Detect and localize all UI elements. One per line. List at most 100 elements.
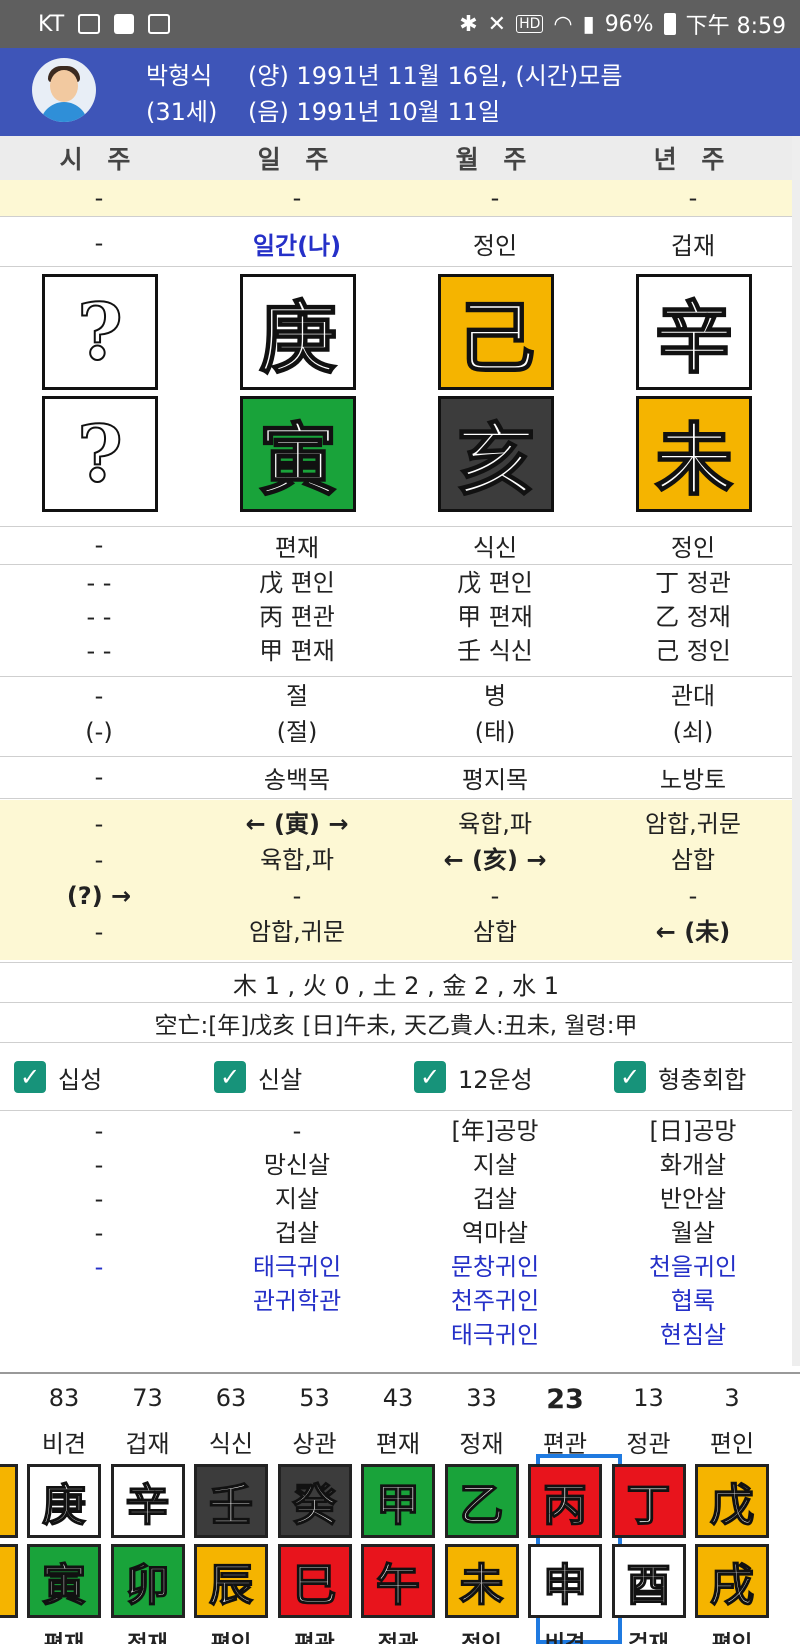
shinsal-col: [年]공망 지살 겁살 역마살 문창귀인 천주귀인 태극귀인	[396, 1114, 594, 1364]
interaction: 육합,파	[260, 846, 334, 874]
daeun-strip[interactable]: 83 비견 庚寅 편재 73 겁재 辛卯 정재 63 식신 壬辰 편인 53 상관 癸巳 편관 43 편재 甲午 정관…	[0, 1372, 800, 1644]
interaction: 삼합	[670, 846, 716, 874]
daeun-tengod: 편재	[375, 1430, 421, 1458]
hour-pillar-header: 시 주	[59, 145, 139, 174]
shinsal-table: - - - - - - 망신살 지살 겁살 태극귀인 관귀학관 [年]공망 지살…	[0, 1114, 792, 1364]
stage: -	[94, 682, 104, 710]
daeun-stem-box[interactable]: 丁	[611, 1464, 686, 1538]
hidden-stem: - -	[86, 637, 112, 665]
daeun-branch-box[interactable]: 酉	[611, 1544, 686, 1618]
daeun-stem-char: 甲	[375, 1479, 421, 1532]
heavenly-stem-box[interactable]: ?	[42, 274, 158, 390]
checkbox-label: 12운성	[458, 1065, 533, 1094]
profile-header[interactable]: 박형식 (31세) (양) 1991년 11월 16일, (시간)모름 (음) …	[0, 48, 800, 136]
daeun-stem-box[interactable]: 乙	[444, 1464, 519, 1538]
daeun-branch-box[interactable]: 卯	[110, 1544, 185, 1618]
checkbox-checked-icon[interactable]: ✓	[214, 1061, 246, 1093]
hd-icon: HD	[516, 15, 544, 33]
daeun-stem-char: 丙	[542, 1479, 588, 1532]
daeun-stem-box[interactable]: 壬	[194, 1464, 268, 1538]
checkbox-sinsal[interactable]: ✓ 신살	[214, 1060, 302, 1095]
hidden-stem: 丙 편관	[259, 603, 335, 631]
checkbox-label: 십성	[58, 1065, 103, 1094]
daeun-offscreen-branch[interactable]	[0, 1544, 18, 1618]
daeun-stem-char: 乙	[459, 1479, 505, 1532]
interaction-col: 암합,귀문 삼합 - ← (未)	[594, 800, 792, 960]
branch-char: ?	[76, 408, 124, 501]
daeun-stem-box[interactable]: 戊	[695, 1464, 769, 1538]
checkbox-checked-icon[interactable]: ✓	[614, 1061, 646, 1093]
daeun-branch-box[interactable]: 巳	[277, 1544, 352, 1618]
daeun-branch-char: 酉	[626, 1559, 672, 1612]
twelve-stage-cell: - (-)	[0, 678, 198, 754]
battery-percent: 96%	[604, 11, 654, 37]
hidden-stem: 壬 식신	[457, 637, 533, 665]
branch-char: 未	[654, 414, 734, 507]
earthly-branch-box[interactable]: 未	[636, 396, 752, 512]
earthly-branch-box[interactable]: 亥	[438, 396, 554, 512]
daeun-stem-box[interactable]: 庚	[27, 1464, 101, 1538]
shinsal-item: -	[94, 1151, 104, 1179]
interaction: 암합,귀문	[645, 810, 741, 838]
stage-sub: (-)	[85, 718, 113, 746]
daeun-branch-box[interactable]: 寅	[27, 1544, 101, 1618]
top-info-cell: -	[292, 184, 302, 212]
daeun-stem-box[interactable]: 癸	[277, 1464, 352, 1538]
signal-icon: ▮	[582, 11, 595, 37]
shopping-bag-icon	[114, 14, 135, 34]
scrollbar[interactable]	[792, 136, 800, 1366]
earthly-branch-box[interactable]: 寅	[240, 396, 356, 512]
daeun-branch-box[interactable]: 戌	[695, 1544, 769, 1618]
interaction-col: - - (?) → -	[0, 800, 198, 960]
heavenly-stem-box[interactable]: 己	[438, 274, 554, 390]
checkbox-hyeongchung[interactable]: ✓ 형충회합	[614, 1060, 746, 1095]
daeun-stem-box[interactable]: 丙	[528, 1464, 602, 1538]
profile-name: 박형식	[146, 62, 213, 90]
daeun-branch-box[interactable]: 午	[361, 1544, 435, 1618]
checkbox-sipseong[interactable]: ✓ 십성	[14, 1060, 102, 1095]
checkbox-checked-icon[interactable]: ✓	[14, 1061, 46, 1093]
shinsal-item: 겁살	[274, 1219, 320, 1247]
daeun-tengod: 정관	[626, 1430, 671, 1458]
shinsal-item: 망신살	[263, 1151, 331, 1179]
branch-tengod-cell: 편재	[274, 533, 320, 562]
earthly-branch-box[interactable]: ?	[42, 396, 158, 512]
daeun-branch-tengod: 편관	[273, 1626, 357, 1644]
checkbox-12unseong[interactable]: ✓ 12운성	[414, 1060, 533, 1095]
daeun-stem-box[interactable]: 辛	[110, 1464, 185, 1538]
daeun-branch-char: 寅	[41, 1559, 87, 1612]
daeun-branch-box[interactable]: 未	[444, 1544, 519, 1618]
pillar-header-row: 시 주 일 주 월 주 년 주	[0, 136, 792, 180]
daeun-age: 33	[466, 1384, 497, 1412]
gallery-icon	[78, 14, 101, 34]
day-master-label: 일간(나)	[252, 231, 342, 260]
daeun-age: 3	[724, 1384, 740, 1412]
daeun-stem-box[interactable]: 甲	[361, 1464, 435, 1538]
interaction: -	[490, 882, 500, 910]
avatar[interactable]	[32, 58, 96, 122]
daeun-age: 73	[132, 1384, 163, 1412]
daeun-branch-char: 辰	[208, 1559, 254, 1612]
twelve-stage-row: - (-) 절 (절) 병 (태) 관대 (쇠)	[0, 678, 792, 754]
daeun-age: 53	[299, 1384, 330, 1412]
daeun-offscreen-stem[interactable]	[0, 1464, 18, 1538]
daeun-branch-tengod: 편인	[189, 1626, 273, 1644]
daeun-tengod: 비견	[41, 1430, 87, 1458]
checkbox-checked-icon[interactable]: ✓	[414, 1061, 446, 1093]
daeun-branch-box[interactable]: 辰	[194, 1544, 268, 1618]
stem-tengod-cell: 겁재	[670, 231, 716, 260]
daeun-stem-char: 壬	[208, 1479, 254, 1532]
stem-tengod-cell: 정인	[472, 231, 518, 260]
branch-char: 寅	[258, 414, 338, 507]
checkbox-label: 형충회합	[658, 1065, 747, 1094]
hidden-stems-cell: - - - - - -	[0, 566, 198, 672]
lunar-birthdate: (음) 1991년 10월 11일	[248, 98, 501, 126]
napeum-cell: 노방토	[659, 765, 727, 794]
heavenly-stem-box[interactable]: 辛	[636, 274, 752, 390]
heavenly-stem-box[interactable]: 庚	[240, 274, 356, 390]
interaction: -	[94, 846, 104, 874]
branch-tengod-cell: 정인	[670, 533, 716, 562]
gwiin-item: 태극귀인	[450, 1321, 540, 1349]
daeun-branch-box[interactable]: 申	[528, 1544, 602, 1618]
hidden-stem: - -	[86, 569, 112, 597]
